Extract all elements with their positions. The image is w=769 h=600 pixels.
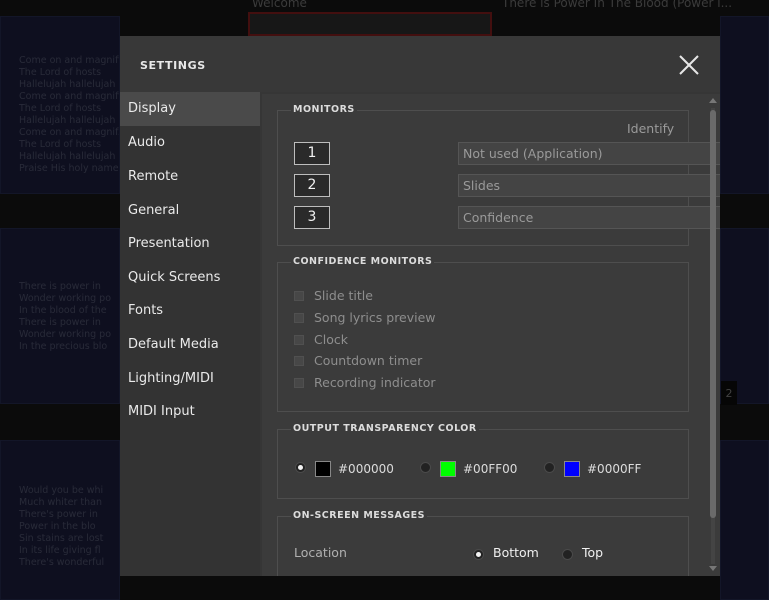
radio-color-blue[interactable] [544, 462, 555, 473]
monitor-2-select[interactable]: Slides [458, 174, 720, 197]
sidebar-item-quick-screens[interactable]: Quick Screens [120, 261, 260, 295]
settings-content: MONITORS Identify 1 Not used (Applicatio… [262, 94, 720, 576]
monitor-3-select[interactable]: Confidence [458, 206, 720, 229]
radio-location-bottom[interactable] [473, 549, 484, 560]
location-option-label: Top [582, 545, 604, 560]
transparency-legend: OUTPUT TRANSPARENCY COLOR [291, 423, 479, 434]
sidebar-item-default-media[interactable]: Default Media [120, 328, 260, 362]
color-swatch-blue [564, 461, 580, 477]
monitor-number-3[interactable]: 3 [294, 206, 330, 229]
monitor-2-value: Slides [463, 178, 501, 193]
monitors-legend: MONITORS [291, 104, 357, 115]
scroll-up-icon[interactable] [709, 98, 717, 103]
sidebar-item-remote[interactable]: Remote [120, 160, 260, 194]
location-option-label: Bottom [493, 545, 539, 560]
sidebar-item-fonts[interactable]: Fonts [120, 294, 260, 328]
color-swatch-black [315, 461, 331, 477]
identify-button[interactable]: Identify [627, 121, 674, 136]
checkbox-label: Countdown timer [314, 353, 423, 368]
settings-sidebar: Display Audio Remote General Presentatio… [120, 92, 260, 576]
radio-location-top[interactable] [562, 549, 573, 560]
sidebar-item-display[interactable]: Display [120, 92, 260, 126]
confidence-legend: CONFIDENCE MONITORS [291, 256, 435, 267]
sidebar-item-general[interactable]: General [120, 194, 260, 228]
checkbox-box [294, 313, 304, 323]
monitor-number-1[interactable]: 1 [294, 142, 330, 165]
dialog-header: SETTINGS [120, 36, 720, 92]
settings-dialog: SETTINGS Display Audio Remote General Pr… [120, 36, 720, 576]
sidebar-item-presentation[interactable]: Presentation [120, 227, 260, 261]
checkbox-label: Clock [314, 332, 348, 347]
messages-legend: ON-SCREEN MESSAGES [291, 510, 428, 521]
close-icon [679, 55, 699, 75]
color-label: #000000 [338, 462, 394, 476]
sidebar-item-audio[interactable]: Audio [120, 126, 260, 160]
color-swatch-green [440, 461, 456, 477]
scroll-thumb[interactable] [710, 110, 716, 518]
checkbox-box [294, 335, 304, 345]
content-scrollbar[interactable] [708, 96, 718, 574]
color-label: #0000FF [587, 462, 642, 476]
radio-color-black[interactable] [295, 462, 306, 473]
radio-color-green[interactable] [420, 462, 431, 473]
monitor-1-select[interactable]: Not used (Application) [458, 142, 720, 165]
close-button[interactable] [678, 54, 700, 76]
checkbox-box [294, 356, 304, 366]
scroll-down-icon[interactable] [709, 566, 717, 571]
checkbox-label: Slide title [314, 288, 373, 303]
monitor-3-value: Confidence [463, 210, 534, 225]
checkbox-label: Song lyrics preview [314, 310, 436, 325]
monitor-1-value: Not used (Application) [463, 146, 603, 161]
checkbox-label: Recording indicator [314, 375, 436, 390]
checkbox-box [294, 378, 304, 388]
checkbox-box [294, 291, 304, 301]
color-label: #00FF00 [463, 462, 518, 476]
location-label: Location [294, 545, 347, 560]
sidebar-item-lighting-midi[interactable]: Lighting/MIDI [120, 362, 260, 396]
dialog-title: SETTINGS [140, 59, 206, 72]
sidebar-item-midi-input[interactable]: MIDI Input [120, 395, 260, 429]
monitor-number-2[interactable]: 2 [294, 174, 330, 197]
